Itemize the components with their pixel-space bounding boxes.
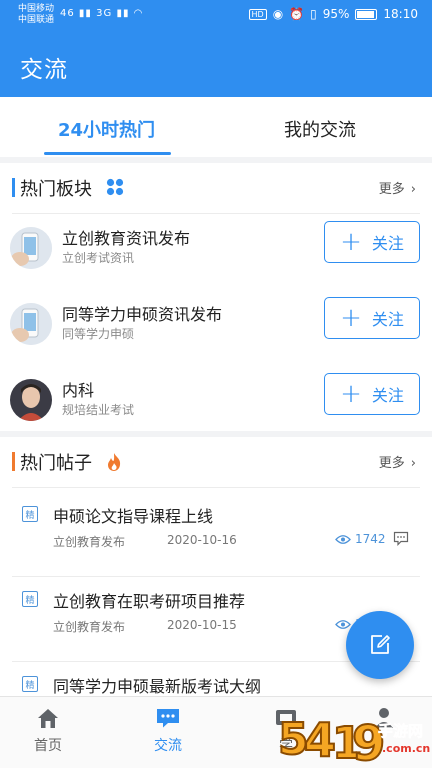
battery-icon (355, 8, 378, 20)
carrier-1: 中国移动 (18, 4, 55, 14)
tab-bar: 24小时热门 我的交流 (0, 97, 432, 157)
grid-icon (106, 178, 124, 200)
board-item[interactable]: 同等学力申硕资讯发布 同等学力申硕 + 关注 (0, 287, 432, 362)
board-name: 同等学力申硕资讯发布 (62, 305, 223, 324)
section-accent-bar (12, 178, 15, 197)
follow-button[interactable]: + 关注 (324, 221, 420, 263)
board-subtitle: 立创考试资讯 (62, 251, 135, 265)
carrier-2: 中国联通 (18, 15, 55, 25)
plus-icon: + (340, 379, 362, 409)
signal-bars-icon-2: ▮▮ (116, 8, 130, 19)
follow-button[interactable]: + 关注 (324, 297, 420, 339)
board-subtitle: 同等学力申硕 (62, 327, 135, 341)
signal-1-label: 46 (60, 8, 75, 19)
post-date: 2020-10-16 (167, 533, 237, 547)
svg-text:手游网: 手游网 (378, 722, 423, 740)
eye-icon (335, 534, 351, 544)
more-label: 更多 (378, 456, 405, 471)
home-icon (38, 709, 58, 728)
post-title: 立创教育在职考研项目推荐 (53, 592, 246, 611)
compose-post-button[interactable] (346, 611, 414, 679)
post-date: 2020-10-15 (167, 618, 237, 632)
featured-badge: 精 (22, 591, 38, 607)
follow-label: 关注 (371, 234, 404, 253)
nav-item-home[interactable]: 首页 (18, 707, 78, 755)
eye-icon: ◉ (272, 7, 284, 21)
section-accent-bar (12, 452, 15, 471)
follow-button[interactable]: + 关注 (324, 373, 420, 415)
divider (12, 487, 420, 488)
comment-icon[interactable] (393, 531, 409, 550)
top-bar: 中国移动 中国联通 46 ▮▮ 3G ▮▮ ◠ HD ◉ ⏰ ▯ 95% 18:… (0, 0, 432, 97)
signal-indicator: 46 ▮▮ 3G ▮▮ ◠ (60, 8, 143, 19)
hot-boards-header: 热门板块 更多 › (0, 163, 432, 214)
wifi-icon: ◠ (133, 8, 144, 19)
signal-bars-icon: ▮▮ (78, 8, 92, 19)
hot-boards-title: 热门板块 (20, 179, 92, 200)
board-item[interactable]: 立创教育资讯发布 立创考试资讯 + 关注 (0, 211, 432, 286)
signal-2-label: 3G (96, 8, 113, 19)
plus-icon: + (340, 227, 362, 257)
fire-icon (106, 452, 122, 476)
status-right: HD ◉ ⏰ ▯ 95% 18:10 (248, 7, 418, 21)
tab-my-exchange[interactable]: 我的交流 (284, 116, 356, 142)
edit-icon (371, 635, 390, 654)
post-author: 立创教育发布 (53, 620, 126, 634)
post-title: 同等学力申硕最新版考试大纲 (53, 677, 262, 696)
chevron-right-icon: › (410, 182, 416, 197)
hot-posts-header: 热门帖子 更多 › (0, 437, 432, 488)
clock-time: 18:10 (383, 7, 418, 21)
svg-text:.com.cn: .com.cn (382, 742, 430, 755)
featured-badge: 精 (22, 506, 38, 522)
nav-label: 首页 (34, 738, 62, 754)
more-label: 更多 (378, 182, 405, 197)
hot-boards-more-link[interactable]: 更多 › (379, 178, 416, 197)
follow-label: 关注 (371, 310, 404, 329)
nav-item-exchange[interactable]: 交流 (138, 707, 198, 755)
tab-24h-hot[interactable]: 24小时热门 (58, 116, 155, 142)
view-count: 1742 (355, 532, 386, 546)
watermark-logo: 5 4 1 9 手游网 .com.cn (276, 706, 432, 768)
featured-badge: 精 (22, 676, 38, 692)
page-title: 交流 (20, 57, 68, 83)
board-name: 内科 (62, 381, 95, 400)
board-item[interactable]: 内科 规培结业考试 + 关注 (0, 363, 432, 438)
carrier-info: 中国移动 中国联通 (18, 4, 54, 26)
follow-label: 关注 (371, 386, 404, 405)
app-root: 中国移动 中国联通 46 ▮▮ 3G ▮▮ ◠ HD ◉ ⏰ ▯ 95% 18:… (0, 0, 432, 768)
vibrate-icon: ▯ (310, 7, 317, 21)
post-views: 1742 (335, 532, 386, 546)
hot-posts-more-link[interactable]: 更多 › (379, 452, 416, 471)
battery-percent: 95% (322, 7, 350, 21)
board-name: 立创教育资讯发布 (62, 229, 191, 248)
post-author: 立创教育发布 (53, 535, 126, 549)
alarm-icon: ⏰ (289, 7, 305, 21)
status-bar: 中国移动 中国联通 46 ▮▮ 3G ▮▮ ◠ HD ◉ ⏰ ▯ 95% 18:… (0, 0, 432, 30)
board-avatar-phone-icon (10, 303, 52, 345)
eye-icon (335, 619, 351, 629)
plus-icon: + (340, 303, 362, 333)
board-subtitle: 规培结业考试 (62, 403, 135, 417)
tab-active-indicator (44, 152, 171, 155)
nav-label: 交流 (154, 738, 182, 754)
hot-boards-section: 热门板块 更多 › 立创教育资讯发布 立创考试资讯 + 关注 同等学力申硕资讯发… (0, 163, 432, 431)
hot-posts-title: 热门帖子 (20, 453, 92, 474)
post-title: 申硕论文指导课程上线 (53, 507, 214, 526)
hd-badge: HD (248, 8, 267, 20)
post-item[interactable]: 精 申硕论文指导课程上线 立创教育发布 2020-10-16 1742 (0, 500, 432, 585)
divider (12, 576, 420, 577)
chevron-right-icon: › (410, 456, 416, 471)
chat-icon (157, 709, 179, 728)
board-avatar-phone-icon (10, 227, 52, 269)
board-avatar-person-icon (10, 379, 52, 421)
